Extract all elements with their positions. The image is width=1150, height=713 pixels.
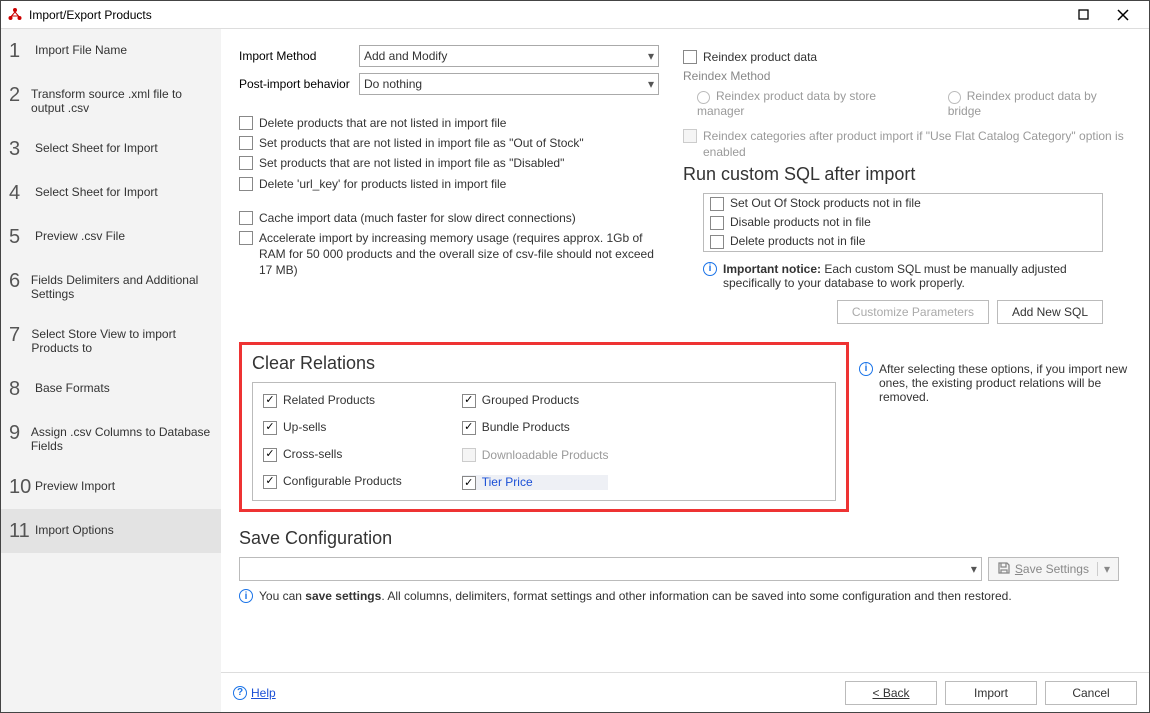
info-icon: i [239, 589, 253, 603]
save-icon [997, 561, 1011, 578]
step-5[interactable]: 5Preview .csv File [1, 215, 221, 259]
save-configuration-combo[interactable]: ▾ [239, 557, 982, 581]
back-button[interactable]: < Back [845, 681, 937, 705]
post-import-label: Post-import behavior [239, 77, 359, 91]
reindex-flat-catalog-checkbox [683, 129, 697, 143]
info-icon: i [703, 262, 717, 276]
step-6[interactable]: 6Fields Delimiters and Additional Settin… [1, 259, 221, 313]
clear-relations-note: After selecting these options, if you im… [879, 362, 1131, 404]
set-out-of-stock-checkbox[interactable] [239, 136, 253, 150]
import-button[interactable]: Import [945, 681, 1037, 705]
main-content: Import Method Add and Modify ▾ Post-impo… [221, 29, 1149, 712]
help-link[interactable]: ? Help [233, 686, 276, 700]
step-7[interactable]: 7Select Store View to import Products to [1, 313, 221, 367]
save-settings-note: You can save settings. All columns, deli… [259, 589, 1012, 603]
close-button[interactable] [1103, 1, 1143, 29]
sql-notice: Important notice: Each custom SQL must b… [723, 262, 1103, 290]
step-4[interactable]: 4Select Sheet for Import [1, 171, 221, 215]
sql-item-3-checkbox[interactable] [710, 235, 724, 249]
customize-parameters-button[interactable]: Customize Parameters [837, 300, 989, 324]
clear-relations-title: Clear Relations [252, 353, 836, 374]
up-sells-checkbox[interactable] [263, 421, 277, 435]
set-disabled-checkbox[interactable] [239, 156, 253, 170]
save-configuration-title: Save Configuration [239, 528, 1119, 549]
window-title: Import/Export Products [29, 8, 152, 22]
add-new-sql-button[interactable]: Add New SQL [997, 300, 1103, 324]
tier-price-checkbox[interactable] [462, 476, 476, 490]
app-icon [7, 7, 23, 23]
related-products-checkbox[interactable] [263, 394, 277, 408]
wizard-footer: ? Help < Back Import Cancel [221, 672, 1149, 712]
reindex-by-store-radio[interactable]: Reindex product data by store manager [697, 89, 924, 117]
maximize-button[interactable] [1063, 1, 1103, 29]
step-3[interactable]: 3Select Sheet for Import [1, 127, 221, 171]
run-custom-sql-title: Run custom SQL after import [683, 164, 1131, 185]
import-method-label: Import Method [239, 49, 359, 63]
step-2[interactable]: 2Transform source .xml file to output .c… [1, 73, 221, 127]
custom-sql-listbox: Set Out Of Stock products not in file Di… [703, 193, 1103, 252]
title-bar: Import/Export Products [1, 1, 1149, 29]
sql-item-1-checkbox[interactable] [710, 197, 724, 211]
chevron-down-icon: ▾ [648, 49, 654, 63]
grouped-products-checkbox[interactable] [462, 394, 476, 408]
info-icon: i [859, 362, 873, 376]
delete-unlisted-checkbox[interactable] [239, 116, 253, 130]
cache-import-checkbox[interactable] [239, 211, 253, 225]
chevron-down-icon: ▾ [648, 77, 654, 91]
chevron-down-icon: ▾ [1097, 562, 1110, 576]
import-method-select[interactable]: Add and Modify ▾ [359, 45, 659, 67]
sql-item-2-checkbox[interactable] [710, 216, 724, 230]
import-export-window: Import/Export Products 1Import File Name… [0, 0, 1150, 713]
configurable-products-checkbox[interactable] [263, 475, 277, 489]
downloadable-products-checkbox [462, 448, 476, 462]
accelerate-import-checkbox[interactable] [239, 231, 253, 245]
step-11[interactable]: 11Import Options [1, 509, 221, 553]
save-settings-button[interactable]: Save Settings ▾ [988, 557, 1119, 581]
help-icon: ? [233, 686, 247, 700]
post-import-select[interactable]: Do nothing ▾ [359, 73, 659, 95]
cancel-button[interactable]: Cancel [1045, 681, 1137, 705]
reindex-by-bridge-radio[interactable]: Reindex product data by bridge [948, 89, 1131, 117]
delete-url-key-checkbox[interactable] [239, 177, 253, 191]
reindex-product-data-checkbox[interactable] [683, 50, 697, 64]
bundle-products-checkbox[interactable] [462, 421, 476, 435]
step-9[interactable]: 9Assign .csv Columns to Database Fields [1, 411, 221, 465]
cross-sells-checkbox[interactable] [263, 448, 277, 462]
chevron-down-icon: ▾ [971, 562, 977, 576]
wizard-sidebar: 1Import File Name 2Transform source .xml… [1, 29, 221, 712]
step-8[interactable]: 8Base Formats [1, 367, 221, 411]
clear-relations-panel: Clear Relations Related Products Up-sell… [239, 342, 849, 512]
reindex-method-label: Reindex Method [683, 69, 1131, 83]
step-10[interactable]: 10Preview Import [1, 465, 221, 509]
step-1[interactable]: 1Import File Name [1, 29, 221, 73]
